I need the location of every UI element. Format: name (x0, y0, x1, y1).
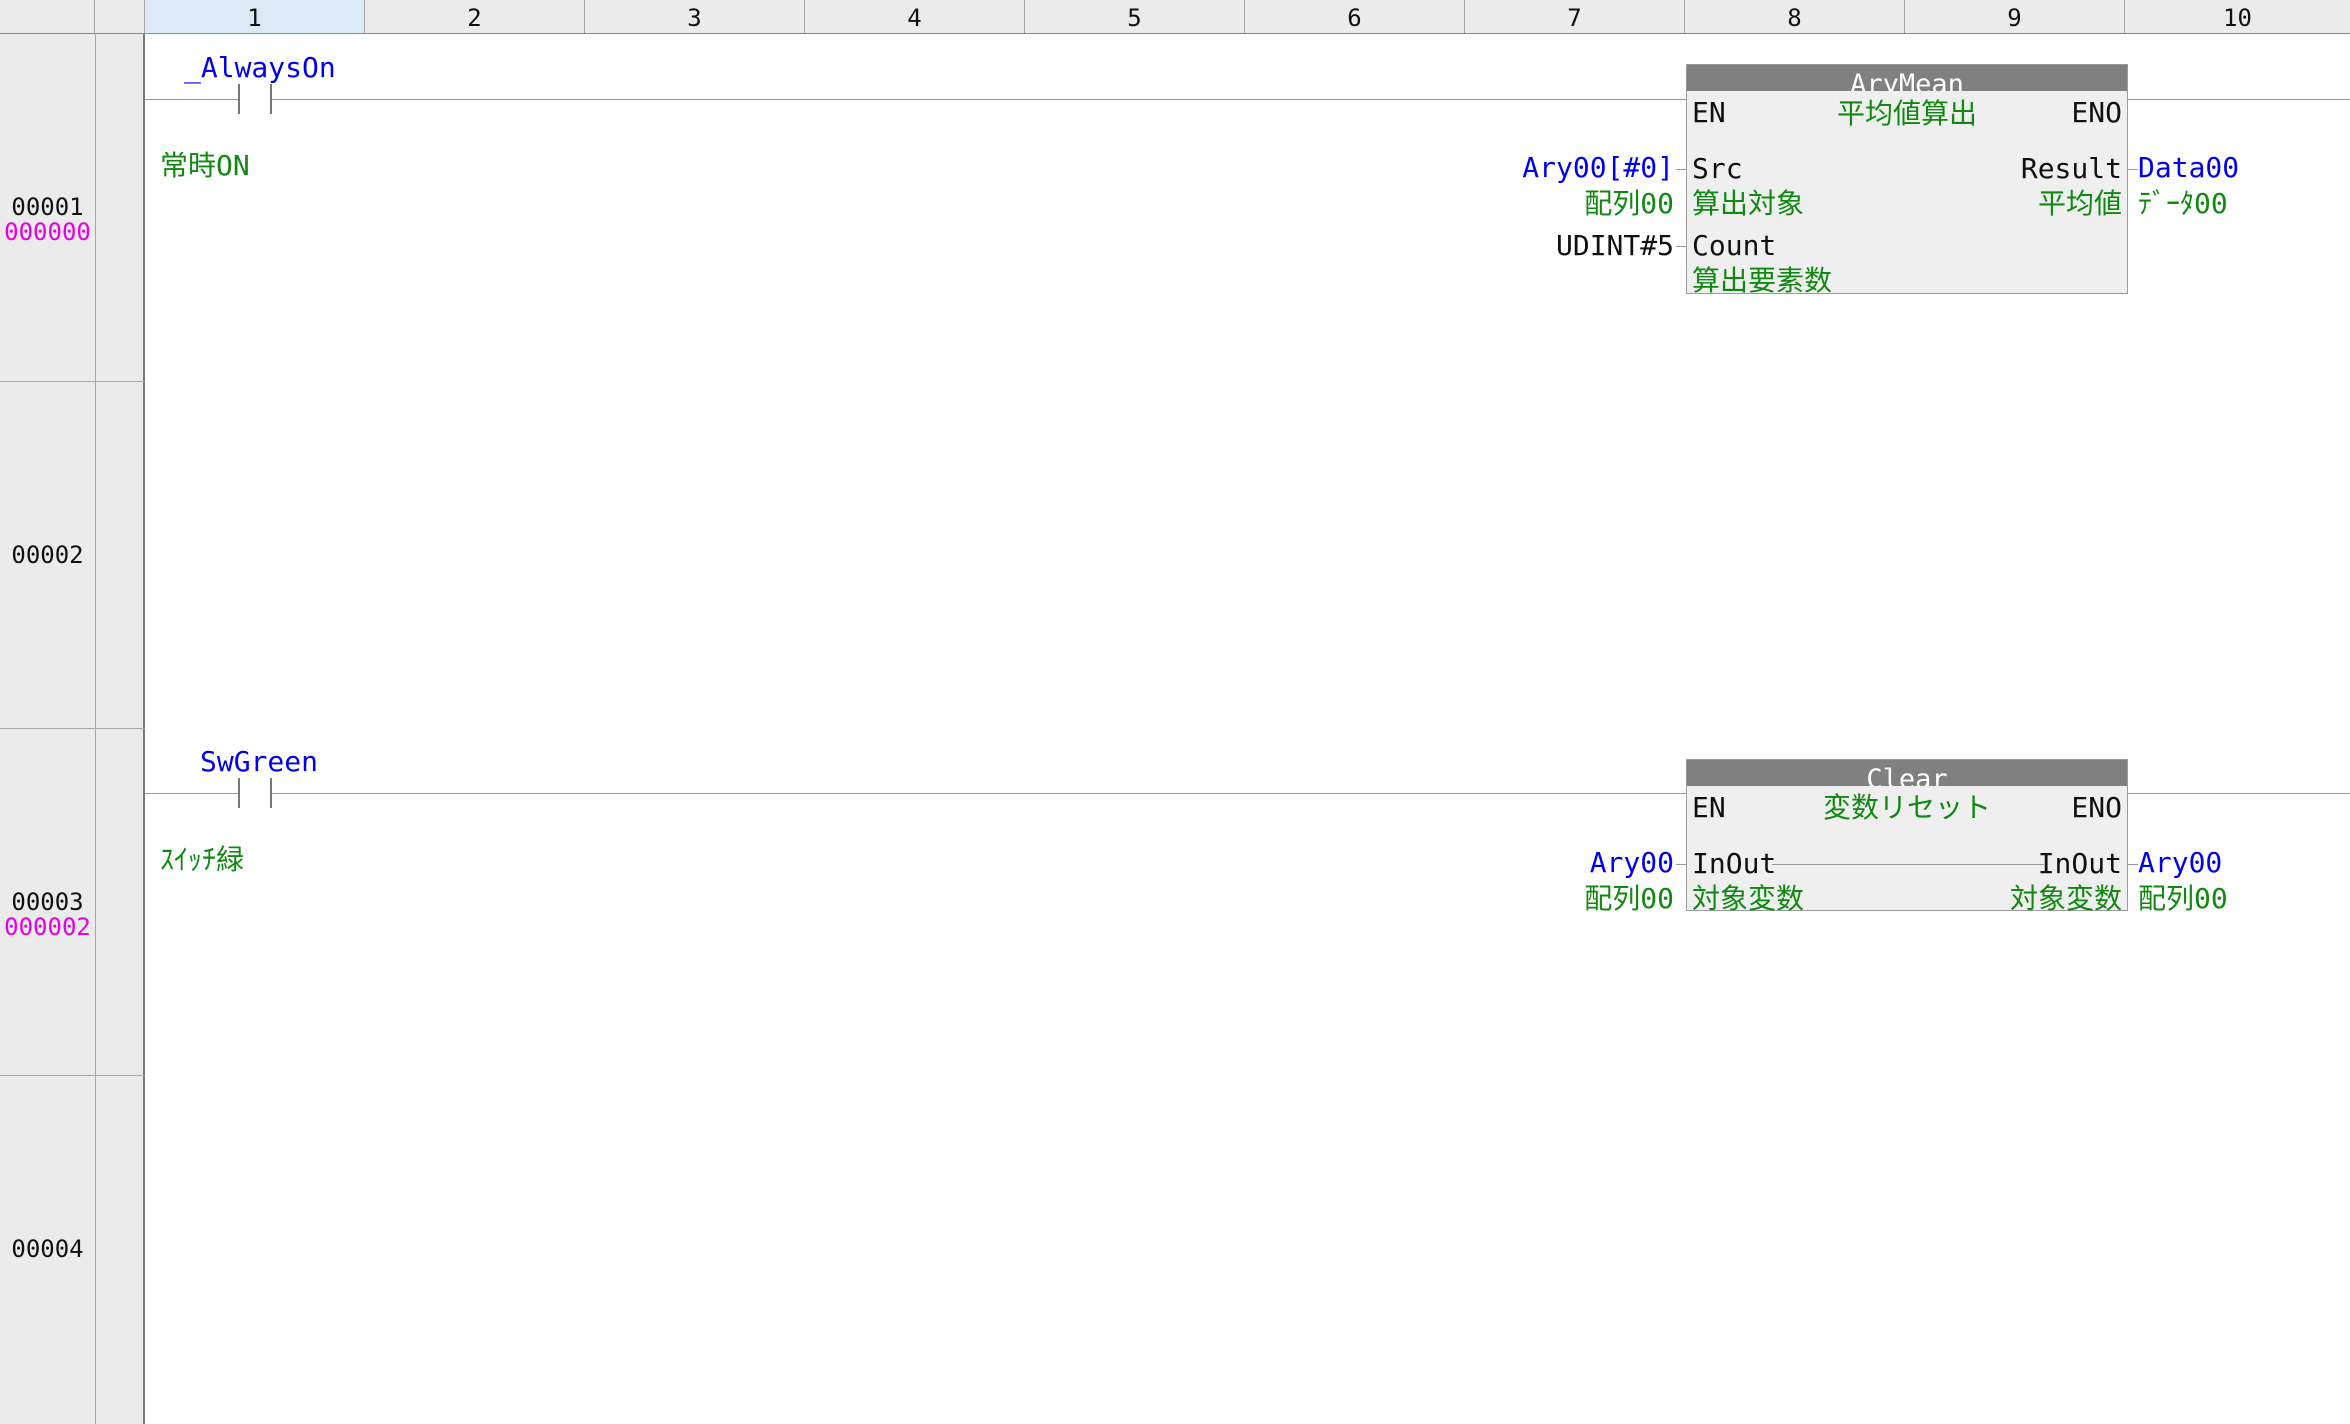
src-variable[interactable]: Ary00[#0] (1430, 151, 1674, 184)
count-constant[interactable]: UDINT#5 (1430, 229, 1674, 262)
arymean-src-comment: 算出対象 (1692, 187, 1805, 220)
clear-eno-pin: ENO (2071, 791, 2122, 824)
src-variable-comment: 配列00 (1584, 187, 1674, 220)
contact-left-bar (238, 778, 240, 808)
inout-pass-through-line (1772, 864, 2044, 865)
result-variable[interactable]: Data00 (2138, 151, 2239, 184)
arymean-count-comment: 算出要素数 (1692, 264, 1833, 297)
arymean-src-pin: Src (1692, 152, 1743, 185)
inout-input-variable-comment: 配列00 (1584, 882, 1674, 915)
contact-swgreen-variable[interactable]: SwGreen (200, 745, 318, 778)
column-header-5[interactable]: 5 (1025, 0, 1245, 33)
column-header-8[interactable]: 8 (1685, 0, 1905, 33)
row-separator (0, 381, 145, 382)
clear-inout-output-comment: 対象変数 (2009, 882, 2122, 915)
clear-block-title: Clear (1687, 760, 2127, 786)
inout-output-variable[interactable]: Ary00 (2138, 846, 2222, 879)
inout-output-line (2128, 864, 2138, 865)
result-output-line (2128, 169, 2138, 170)
contact-left-bar (238, 84, 240, 114)
clear-inout-input-comment: 対象変数 (1692, 882, 1805, 915)
clear-en-pin: EN (1692, 791, 1726, 824)
inout-output-variable-comment: 配列00 (2138, 882, 2228, 915)
contact-alwayson-variable[interactable]: _AlwaysOn (184, 51, 336, 84)
arymean-result-comment: 平均値 (2037, 187, 2122, 220)
row-number-00002[interactable]: 00002 (0, 541, 95, 569)
column-header-7[interactable]: 7 (1465, 0, 1685, 33)
contact-gap (238, 778, 272, 808)
row-gutter-column (95, 34, 145, 1424)
row-number-00003[interactable]: 00003 (0, 888, 95, 916)
arymean-result-pin: Result (2020, 152, 2122, 185)
clear-inout-input-pin: InOut (1692, 847, 1777, 880)
step-number-000000: 000000 (4, 218, 91, 246)
header-gutter (95, 0, 145, 33)
column-header-9[interactable]: 9 (1905, 0, 2125, 33)
arymean-en-pin: EN (1692, 96, 1726, 129)
arymean-count-pin: Count (1692, 229, 1777, 262)
column-header-3[interactable]: 3 (585, 0, 805, 33)
contact-alwayson-comment: 常時ON (160, 149, 250, 182)
column-header-4[interactable]: 4 (805, 0, 1025, 33)
row-number-00001[interactable]: 00001 (0, 193, 95, 221)
contact-right-bar (270, 84, 272, 114)
header-corner (0, 0, 95, 33)
count-input-line (1676, 246, 1686, 247)
column-header-1[interactable]: 1 (145, 0, 365, 33)
src-input-line (1676, 169, 1686, 170)
row-separator (0, 728, 145, 729)
column-header: 1 2 3 4 5 6 7 8 9 10 (0, 0, 2350, 34)
inout-input-variable[interactable]: Ary00 (1430, 846, 1674, 879)
contact-gap (238, 84, 272, 114)
column-header-10[interactable]: 10 (2125, 0, 2350, 33)
step-number-000002: 000002 (4, 913, 91, 941)
result-variable-comment: ﾃﾞｰﾀ00 (2138, 187, 2228, 220)
contact-right-bar (270, 778, 272, 808)
row-number-00004[interactable]: 00004 (0, 1235, 95, 1263)
column-header-2[interactable]: 2 (365, 0, 585, 33)
arymean-eno-pin: ENO (2071, 96, 2122, 129)
contact-swgreen-comment: ｽｲｯﾁ緑 (160, 843, 245, 876)
arymean-block-title: AryMean (1687, 65, 2127, 91)
row-separator (0, 1075, 145, 1076)
column-header-6[interactable]: 6 (1245, 0, 1465, 33)
inout-input-line (1676, 864, 1686, 865)
